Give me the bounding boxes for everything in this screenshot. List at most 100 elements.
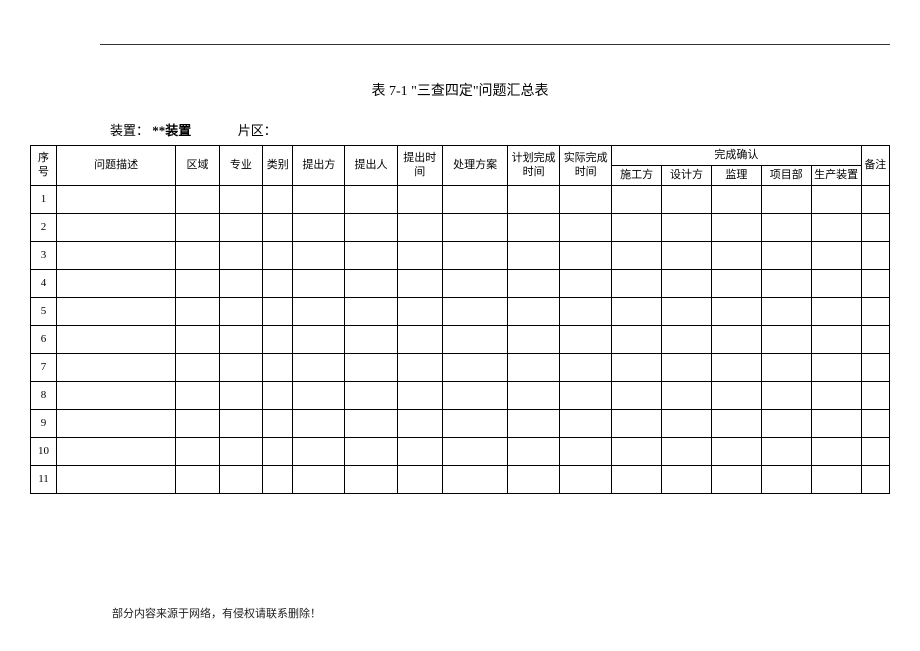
cell: [861, 326, 889, 354]
cell: [263, 354, 293, 382]
cell: [263, 382, 293, 410]
th-ptime: 计划完成时间: [508, 146, 560, 186]
cell: [662, 270, 712, 298]
cell: [711, 326, 761, 354]
th-note: 备注: [861, 146, 889, 186]
cell: [176, 438, 219, 466]
page-content: 表 7-1 "三查四定"问题汇总表 装置： **装置 片区： 序号 问题描述 区…: [0, 0, 920, 494]
table-body: 1234567891011: [31, 186, 890, 494]
cell: [711, 242, 761, 270]
cell: [861, 382, 889, 410]
cell: [861, 298, 889, 326]
cell: [761, 466, 811, 494]
cell: [397, 242, 443, 270]
cell-seq: 4: [31, 270, 57, 298]
cell-seq: 3: [31, 242, 57, 270]
cell: [508, 410, 560, 438]
cell: [293, 326, 345, 354]
table-row: 10: [31, 438, 890, 466]
cell: [57, 186, 176, 214]
cell: [176, 410, 219, 438]
cell: [711, 270, 761, 298]
th-design: 设计方: [662, 166, 712, 186]
cell: [508, 242, 560, 270]
cell-seq: 9: [31, 410, 57, 438]
cell: [811, 382, 861, 410]
cell: [811, 466, 861, 494]
cell: [811, 242, 861, 270]
cell: [612, 382, 662, 410]
cell: [397, 270, 443, 298]
cell: [219, 298, 262, 326]
cell: [711, 438, 761, 466]
cell: [345, 214, 397, 242]
cell: [612, 214, 662, 242]
cell: [263, 438, 293, 466]
table-row: 4: [31, 270, 890, 298]
cell: [57, 438, 176, 466]
cell: [560, 298, 612, 326]
cell: [560, 214, 612, 242]
cell: [662, 410, 712, 438]
cell: [761, 326, 811, 354]
cell: [612, 354, 662, 382]
cell: [612, 326, 662, 354]
cell: [345, 242, 397, 270]
cell: [612, 438, 662, 466]
cell: [263, 298, 293, 326]
cell: [293, 466, 345, 494]
cell: [861, 438, 889, 466]
cell-seq: 2: [31, 214, 57, 242]
cell: [612, 270, 662, 298]
cell: [560, 382, 612, 410]
th-plan: 处理方案: [443, 146, 508, 186]
th-time: 提出时间: [397, 146, 443, 186]
cell: [811, 410, 861, 438]
cell: [711, 382, 761, 410]
cell: [443, 354, 508, 382]
cell: [861, 270, 889, 298]
cell: [861, 410, 889, 438]
cell: [176, 466, 219, 494]
meta-row: 装置： **装置 片区：: [30, 120, 890, 139]
cell: [219, 214, 262, 242]
cell: [508, 354, 560, 382]
page-title: 表 7-1 "三查四定"问题汇总表: [30, 80, 890, 100]
th-confirm-group: 完成确认: [612, 146, 861, 166]
cell: [560, 466, 612, 494]
cell: [219, 410, 262, 438]
cell: [57, 354, 176, 382]
cell: [345, 298, 397, 326]
cell: [263, 186, 293, 214]
cell: [861, 214, 889, 242]
cell: [560, 270, 612, 298]
cell: [345, 382, 397, 410]
cell: [176, 354, 219, 382]
cell: [345, 410, 397, 438]
cell: [811, 354, 861, 382]
cell: [345, 326, 397, 354]
cell: [263, 326, 293, 354]
cell: [811, 298, 861, 326]
table-head: 序号 问题描述 区域 专业 类别 提出方 提出人 提出时间 处理方案 计划完成时…: [31, 146, 890, 186]
cell: [761, 382, 811, 410]
cell: [57, 298, 176, 326]
cell: [443, 186, 508, 214]
cell: [662, 354, 712, 382]
cell: [443, 298, 508, 326]
cell: [443, 466, 508, 494]
cell: [443, 382, 508, 410]
cell: [397, 186, 443, 214]
cell: [443, 410, 508, 438]
th-person: 提出人: [345, 146, 397, 186]
cell: [176, 214, 219, 242]
cell: [397, 214, 443, 242]
cell: [293, 382, 345, 410]
cell: [861, 242, 889, 270]
cell: [345, 466, 397, 494]
cell: [861, 354, 889, 382]
cell: [57, 410, 176, 438]
cell: [263, 242, 293, 270]
cell: [861, 186, 889, 214]
cell: [711, 298, 761, 326]
